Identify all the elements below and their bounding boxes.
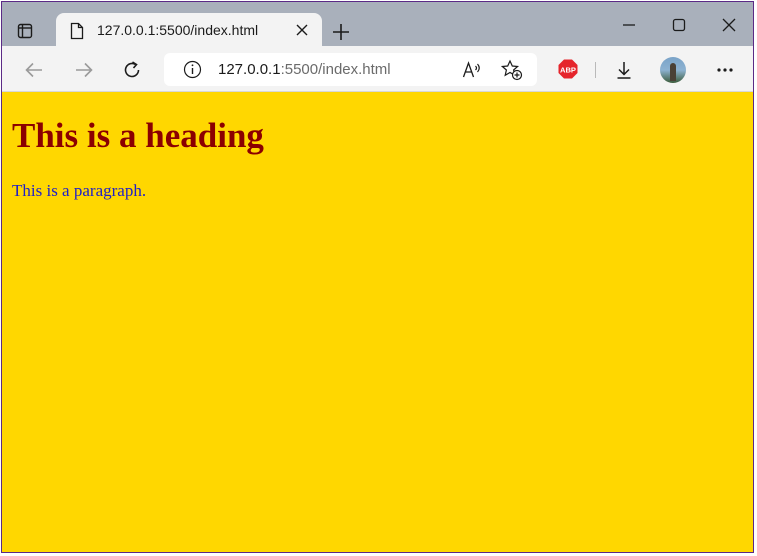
browser-window: 127.0.0.1:5500/index.html 127.0.0.1:5500…	[1, 1, 754, 553]
tab-title: 127.0.0.1:5500/index.html	[97, 22, 259, 38]
plus-icon[interactable]	[330, 21, 352, 43]
url-path: :5500/index.html	[280, 61, 391, 78]
download-icon[interactable]	[612, 58, 636, 82]
avatar-figure	[670, 63, 676, 81]
page-heading: This is a heading	[12, 116, 264, 155]
close-window-icon[interactable]	[715, 14, 743, 36]
refresh-icon[interactable]	[120, 58, 144, 82]
svg-text:ABP: ABP	[560, 65, 576, 74]
tab-active[interactable]: 127.0.0.1:5500/index.html	[56, 13, 322, 48]
add-favorite-icon[interactable]	[501, 59, 523, 81]
browser-toolbar: 127.0.0.1:5500/index.html ABP	[2, 46, 753, 92]
toolbar-divider	[595, 62, 596, 78]
tab-actions-icon[interactable]	[16, 22, 34, 40]
adblock-plus-icon[interactable]: ABP	[558, 59, 578, 79]
address-bar[interactable]: 127.0.0.1:5500/index.html	[164, 53, 537, 86]
url-host: 127.0.0.1	[218, 61, 281, 78]
tab-strip: 127.0.0.1:5500/index.html	[2, 2, 753, 48]
close-icon[interactable]	[292, 20, 312, 40]
document-icon	[70, 22, 84, 40]
read-aloud-icon[interactable]	[461, 59, 483, 81]
info-icon[interactable]	[183, 60, 202, 79]
page-content: This is a heading This is a paragraph.	[2, 92, 753, 552]
maximize-icon[interactable]	[665, 14, 693, 36]
page-paragraph: This is a paragraph.	[12, 181, 147, 200]
avatar[interactable]	[660, 57, 686, 83]
more-icon[interactable]	[713, 58, 737, 82]
forward-arrow-icon[interactable]	[72, 58, 96, 82]
minimize-icon[interactable]	[615, 14, 643, 36]
url-text: 127.0.0.1:5500/index.html	[218, 61, 391, 78]
back-arrow-icon[interactable]	[22, 58, 46, 82]
